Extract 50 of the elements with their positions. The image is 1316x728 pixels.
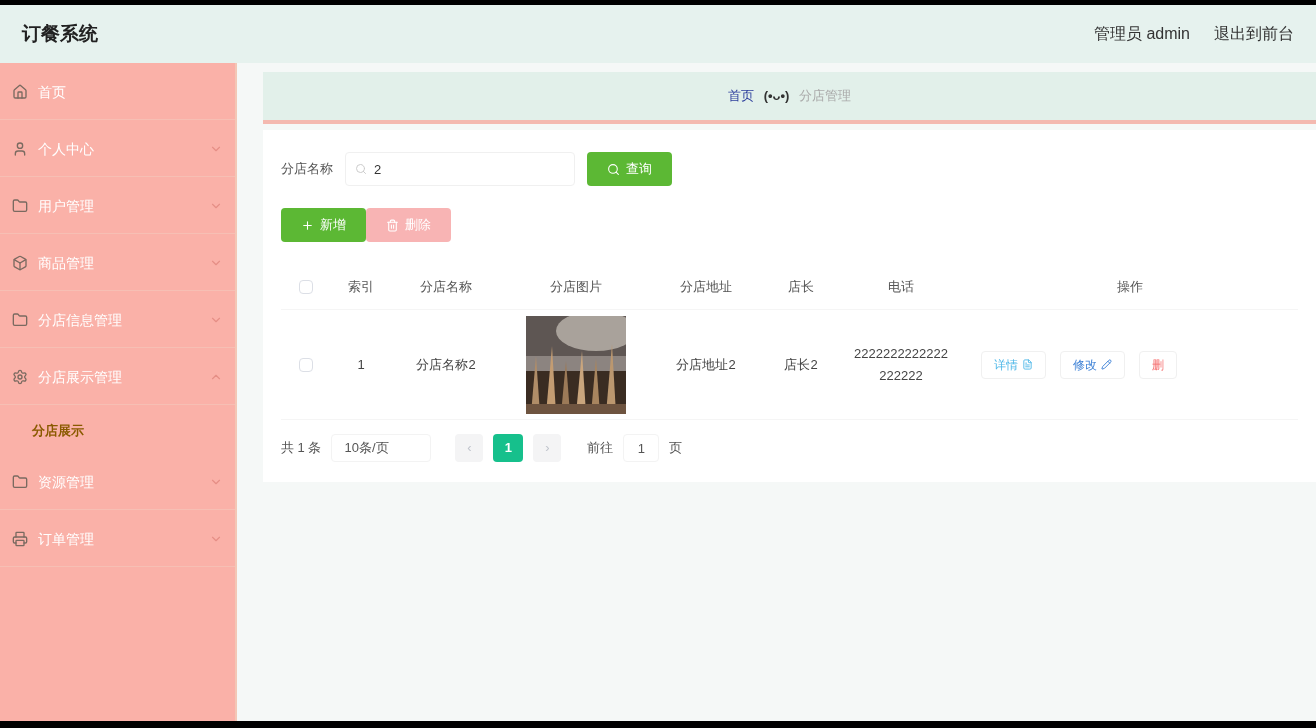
folder-icon: [12, 312, 28, 328]
next-page-button[interactable]: ›: [533, 434, 562, 462]
total-count: 共 1 条: [281, 439, 322, 458]
table-cell-text: 1: [356, 355, 366, 374]
search-field[interactable]: 2: [345, 152, 575, 186]
page-unit: 页: [669, 439, 683, 458]
add-button[interactable]: 新增: [281, 208, 366, 242]
user-icon: [12, 141, 28, 157]
query-button[interactable]: 查询: [587, 152, 672, 186]
box-icon: [12, 255, 28, 271]
edit-button[interactable]: 修改: [1060, 350, 1125, 379]
plus-icon: [301, 218, 314, 232]
column-header: 分店名称: [420, 278, 472, 294]
column-header: 操作: [1116, 278, 1143, 294]
app-title: 订餐系统: [22, 21, 98, 46]
gear-icon: [12, 369, 28, 385]
printer-icon: [12, 531, 28, 547]
exit-link[interactable]: 退出到前台: [1214, 22, 1294, 46]
table-cell-text: 分店地址2: [675, 355, 737, 374]
breadcrumb-current: 分店管理: [799, 87, 852, 106]
admin-label: 管理员 admin: [1093, 24, 1190, 44]
home-icon: [12, 84, 28, 100]
document-icon: [1022, 359, 1033, 370]
column-header: 分店地址: [680, 278, 732, 294]
details-button[interactable]: 详情: [981, 350, 1046, 379]
breadcrumb-separator: (•ᴗ•): [763, 87, 790, 106]
table-cell-text: 店长2: [783, 355, 819, 374]
search-icon: [607, 162, 620, 176]
checkbox[interactable]: [299, 279, 313, 294]
checkbox[interactable]: [299, 357, 313, 372]
submenu-item[interactable]: 分店展示: [0, 407, 235, 455]
table-cell-text: 分店名称2: [415, 355, 477, 374]
column-header: 店长: [788, 278, 814, 294]
folder-icon: [12, 198, 28, 214]
folder-icon: [12, 474, 28, 490]
column-header: 索引: [348, 278, 374, 294]
page-number[interactable]: 1: [493, 434, 524, 462]
table-cell-text: 2222222222222222222: [853, 344, 949, 385]
page-size-select[interactable]: 10条/页: [331, 434, 432, 462]
goto-label: 前往: [587, 439, 614, 458]
page-input[interactable]: 1: [623, 434, 660, 462]
search-label: 分店名称: [281, 160, 333, 179]
column-header: 分店图片: [550, 278, 602, 294]
breadcrumb-home[interactable]: 首页: [727, 86, 754, 106]
pencil-icon: [1101, 359, 1112, 370]
column-header: 电话: [888, 278, 914, 294]
search-icon: [355, 163, 367, 175]
delete-row-button[interactable]: 删: [1139, 350, 1177, 379]
prev-page-button[interactable]: ‹: [455, 434, 484, 462]
trash-icon: [386, 218, 399, 232]
